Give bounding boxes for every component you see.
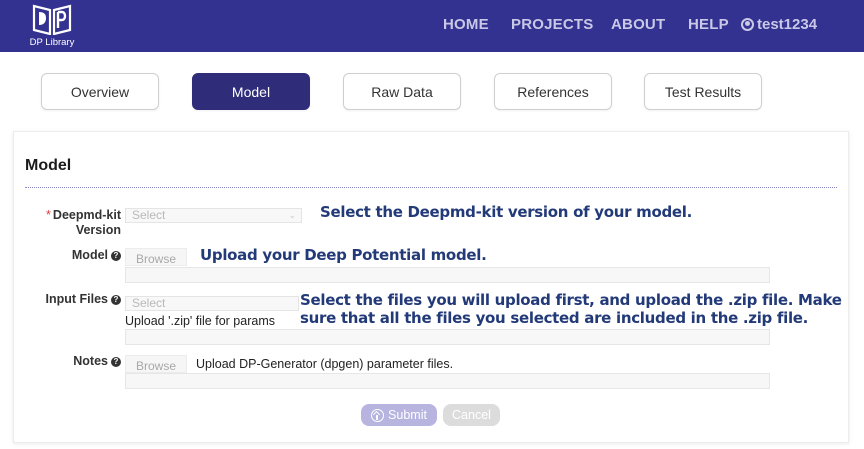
cancel-button[interactable]: Cancel xyxy=(443,404,500,426)
input-files-hint: Select the files you will upload first, … xyxy=(300,291,842,327)
username: test1234 xyxy=(757,16,818,33)
page-title: Model xyxy=(25,157,72,174)
submit-button[interactable]: Submit xyxy=(361,404,437,426)
book-logo-icon xyxy=(32,4,72,35)
input-files-file-list xyxy=(125,329,770,345)
model-form-panel xyxy=(13,131,849,443)
tab-test-results[interactable]: Test Results xyxy=(644,73,762,110)
help-icon[interactable]: ? xyxy=(111,357,121,367)
required-mark: * xyxy=(46,208,51,222)
nav-help[interactable]: HELP xyxy=(688,16,729,33)
logo-text: DP Library xyxy=(29,37,75,48)
input-files-sub-note: Upload '.zip' file for params xyxy=(125,314,275,328)
upload-icon xyxy=(371,408,385,422)
model-browse-button[interactable]: Browse xyxy=(125,248,188,266)
model-label: Model? xyxy=(40,248,121,263)
tab-model[interactable]: Model xyxy=(192,73,310,110)
version-select[interactable]: Select ⌄ xyxy=(125,208,302,223)
user-menu[interactable]: test1234 xyxy=(741,16,817,33)
notes-label: Notes? xyxy=(40,354,121,369)
input-files-label: Input Files? xyxy=(30,292,121,307)
logo[interactable]: DP Library xyxy=(22,3,82,49)
model-file-list xyxy=(125,267,770,283)
help-icon[interactable]: ? xyxy=(111,251,121,261)
version-hint: Select the Deepmd-kit version of your mo… xyxy=(320,203,693,221)
title-divider xyxy=(25,187,837,188)
input-files-select[interactable]: Select xyxy=(125,296,299,311)
user-icon xyxy=(741,18,754,31)
notes-browse-button[interactable]: Browse xyxy=(125,355,188,373)
nav-home[interactable]: HOME xyxy=(443,16,489,33)
version-label: * Deepmd-kit Version xyxy=(46,208,121,237)
notes-file-list xyxy=(125,373,770,389)
tab-overview[interactable]: Overview xyxy=(41,73,159,110)
nav-projects[interactable]: PROJECTS xyxy=(511,16,593,33)
notes-note: Upload DP-Generator (dpgen) parameter fi… xyxy=(196,357,454,371)
chevron-down-icon: ⌄ xyxy=(288,210,296,220)
nav-about[interactable]: ABOUT xyxy=(611,16,665,33)
tab-references[interactable]: References xyxy=(494,73,612,110)
model-hint: Upload your Deep Potential model. xyxy=(200,246,487,264)
top-navbar: DP Library HOME PROJECTS ABOUT HELP test… xyxy=(0,0,864,52)
help-icon[interactable]: ? xyxy=(111,295,121,305)
tab-raw-data[interactable]: Raw Data xyxy=(343,73,461,110)
